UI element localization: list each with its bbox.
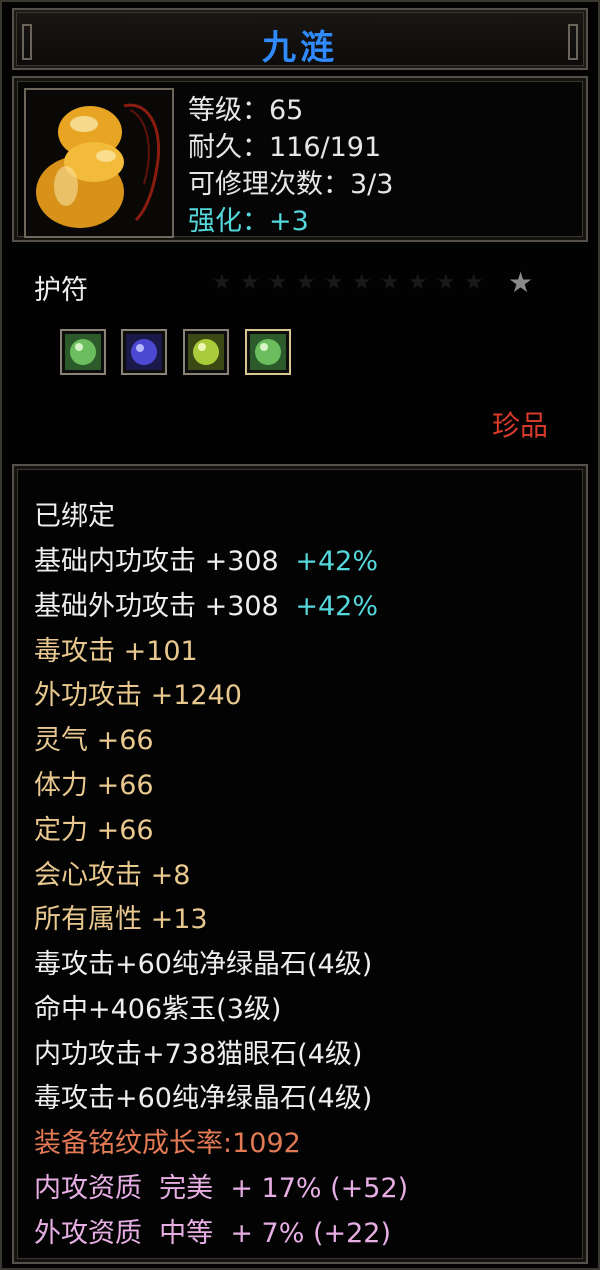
gem-effect-row: 内功攻击+738猫眼石(4级) bbox=[34, 1039, 363, 1070]
attribute-row: 所有属性 +13 bbox=[34, 904, 208, 935]
item-name: 九涟 bbox=[262, 28, 338, 68]
base-attack-row: 基础内功攻击 +308 +42% bbox=[34, 539, 378, 578]
enhance-value: +3 bbox=[269, 206, 309, 237]
quality-row: 外攻资质 中等 + 7% (+22) bbox=[34, 1218, 391, 1249]
star-icon: ★ bbox=[380, 270, 400, 295]
gem-slot-4[interactable] bbox=[245, 329, 291, 375]
level-text: 等级：65 bbox=[188, 95, 304, 126]
base-attack-row: 基础外功攻击 +308 +42% bbox=[34, 584, 378, 623]
attribute-row: 毒攻击 +101 bbox=[34, 636, 198, 667]
attribute-row: 体力 +66 bbox=[34, 770, 154, 801]
rarity-label: 珍品 bbox=[492, 409, 549, 442]
attribute-row: 灵气 +66 bbox=[34, 725, 154, 756]
title-bar: 九涟 bbox=[12, 8, 588, 70]
growth-rate: 装备铭纹成长率:1092 bbox=[34, 1128, 301, 1159]
repair-count-text: 可修理次数：3/3 bbox=[188, 169, 394, 200]
star-icon: ★ bbox=[464, 270, 484, 295]
green-gem-icon bbox=[250, 334, 286, 370]
attribute-row: 外功攻击 +1240 bbox=[34, 680, 242, 711]
star-icon: ★ bbox=[408, 270, 428, 295]
star-icon: ★ bbox=[436, 270, 456, 295]
enhance-row: 强化：+3 bbox=[188, 199, 309, 238]
amulet-icon bbox=[24, 88, 174, 238]
star-icon: ★ bbox=[212, 270, 232, 295]
star-active-icon: ★ bbox=[508, 266, 534, 299]
star-icon: ★ bbox=[296, 270, 316, 295]
quality-row: 内攻资质 完美 + 17% (+52) bbox=[34, 1173, 409, 1204]
enhance-label: 强化： bbox=[188, 206, 269, 237]
star-icon: ★ bbox=[352, 270, 372, 295]
star-icon: ★ bbox=[268, 270, 288, 295]
bound-status: 已绑定 bbox=[34, 501, 115, 532]
gem-slot-1[interactable] bbox=[60, 329, 106, 375]
green-gem-icon bbox=[65, 334, 101, 370]
base-attack-bonus: +42% bbox=[295, 591, 378, 622]
gem-effect-row: 毒攻击+60纯净绿晶石(4级) bbox=[34, 949, 373, 980]
attribute-row: 会心攻击 +8 bbox=[34, 860, 191, 891]
durability-text: 耐久：116/191 bbox=[188, 132, 382, 163]
attribute-row: 定力 +66 bbox=[34, 815, 154, 846]
star-icon: ★ bbox=[324, 270, 344, 295]
yellow-green-gem-icon bbox=[188, 334, 224, 370]
star-icon: ★ bbox=[240, 270, 260, 295]
gem-slot-3[interactable] bbox=[183, 329, 229, 375]
purple-gem-icon bbox=[126, 334, 162, 370]
gem-slot-2[interactable] bbox=[121, 329, 167, 375]
base-attack-label: 基础内功攻击 +308 bbox=[34, 546, 279, 577]
item-type: 护符 bbox=[34, 275, 88, 306]
gem-effect-row: 毒攻击+60纯净绿晶石(4级) bbox=[34, 1083, 373, 1114]
gem-effect-row: 命中+406紫玉(3级) bbox=[34, 994, 282, 1025]
base-attack-bonus: +42% bbox=[295, 546, 378, 577]
base-attack-label: 基础外功攻击 +308 bbox=[34, 591, 279, 622]
